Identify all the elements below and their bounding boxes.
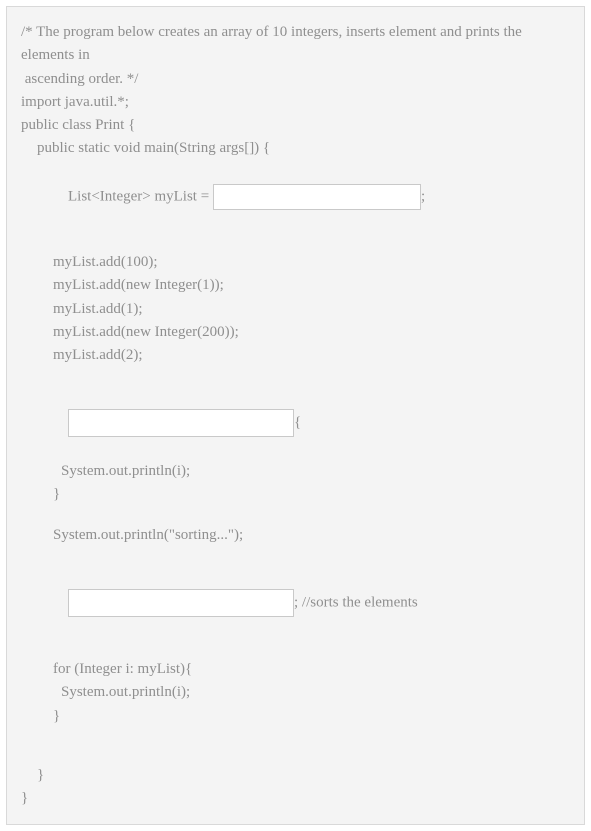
add-line: myList.add(new Integer(1)); bbox=[21, 274, 570, 297]
comment-line-1: /* The program below creates an array of… bbox=[21, 21, 570, 68]
add-line: myList.add(new Integer(200)); bbox=[21, 321, 570, 344]
add-line: myList.add(2); bbox=[21, 344, 570, 367]
class-decl: public class Print { bbox=[21, 114, 570, 137]
close-brace-2: } bbox=[21, 705, 570, 728]
for-loop-post: { bbox=[294, 414, 301, 430]
blank-input-1[interactable] bbox=[213, 184, 421, 210]
blank-gap bbox=[21, 728, 570, 746]
println-i: System.out.println(i); bbox=[21, 460, 570, 483]
println-i-2: System.out.println(i); bbox=[21, 681, 570, 704]
close-brace: } bbox=[21, 483, 570, 506]
blank-input-2[interactable] bbox=[68, 409, 294, 437]
blank-gap bbox=[21, 548, 570, 566]
blank-gap bbox=[21, 233, 570, 251]
list-decl-post: ; bbox=[421, 188, 425, 204]
comment-line-2: ascending order. */ bbox=[21, 68, 570, 91]
import-line: import java.util.*; bbox=[21, 91, 570, 114]
blank-input-3[interactable] bbox=[68, 589, 294, 617]
close-class-brace: } bbox=[21, 787, 570, 810]
for-loop-line: { bbox=[21, 385, 570, 460]
sort-line: ; //sorts the elements bbox=[21, 566, 570, 641]
close-main-brace: } bbox=[21, 764, 570, 787]
blank-gap bbox=[21, 367, 570, 385]
list-decl-pre: List<Integer> myList = bbox=[68, 188, 213, 204]
blank-gap bbox=[21, 640, 570, 658]
sort-post: ; //sorts the elements bbox=[294, 594, 418, 610]
main-decl: public static void main(String args[]) { bbox=[21, 137, 570, 160]
code-block: /* The program below creates an array of… bbox=[6, 6, 585, 825]
println-sorting: System.out.println("sorting..."); bbox=[21, 524, 570, 547]
for-loop-2: for (Integer i: myList){ bbox=[21, 658, 570, 681]
add-line: myList.add(100); bbox=[21, 251, 570, 274]
list-decl-line: List<Integer> myList = ; bbox=[21, 161, 570, 234]
add-line: myList.add(1); bbox=[21, 298, 570, 321]
blank-gap bbox=[21, 506, 570, 524]
blank-gap bbox=[21, 746, 570, 764]
